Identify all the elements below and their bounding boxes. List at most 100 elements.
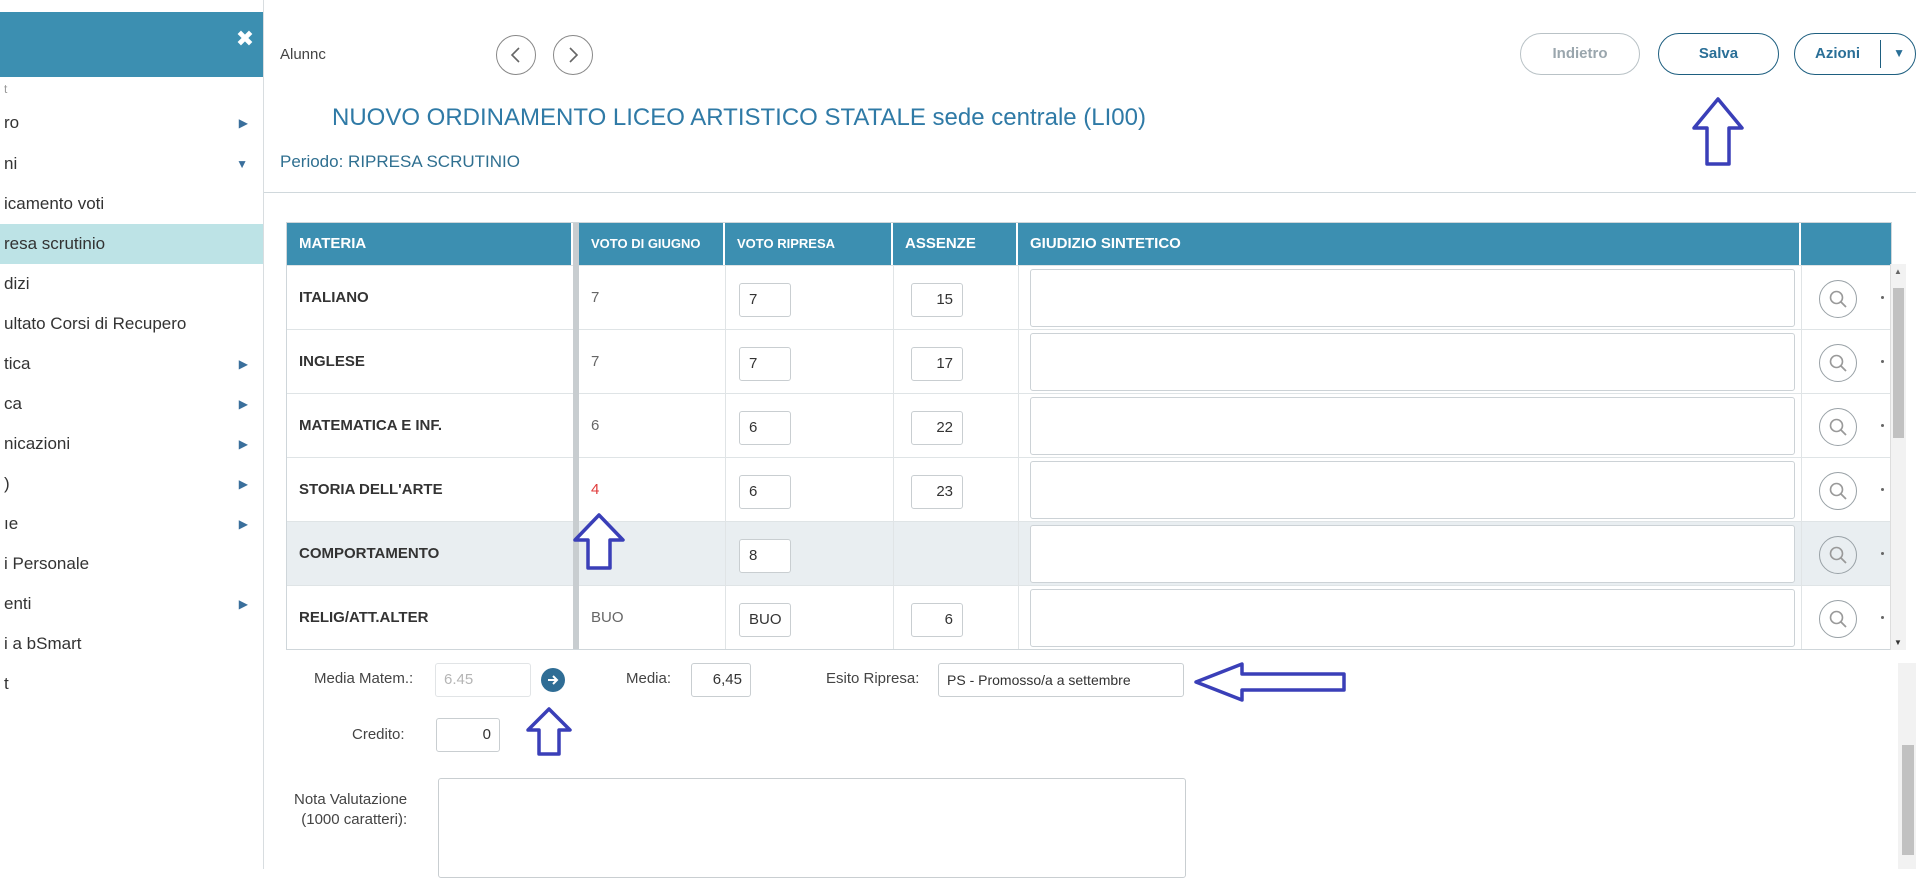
subject-cell: RELIG/ATT.ALTER <box>299 609 429 626</box>
chevron-down-icon[interactable]: ▼ <box>1893 34 1905 73</box>
ripresa-grade-input[interactable]: 7 <box>739 283 791 317</box>
search-icon <box>1829 610 1847 628</box>
ripresa-grade-input[interactable]: 7 <box>739 347 791 381</box>
absences-input[interactable]: 17 <box>911 347 963 381</box>
row-menu-dot[interactable] <box>1881 296 1884 299</box>
sidebar-item-label: ro <box>4 113 20 132</box>
copy-average-button[interactable] <box>541 668 565 692</box>
sidebar-item[interactable]: ) ▶ <box>0 464 263 504</box>
subject-cell: STORIA DELL'ARTE <box>299 481 443 498</box>
page-title: NUOVO ORDINAMENTO LICEO ARTISTICO STATAL… <box>332 104 1146 131</box>
caret-right-icon: ▶ <box>238 357 248 371</box>
sidebar-item[interactable]: tica ▶ <box>0 344 263 384</box>
sidebar-item[interactable]: nicazioni ▶ <box>0 424 263 464</box>
sidebar-item[interactable]: i Personale <box>0 544 263 584</box>
search-button[interactable] <box>1819 600 1857 638</box>
row-menu-dot[interactable] <box>1881 360 1884 363</box>
next-student-button[interactable] <box>553 35 593 75</box>
search-button[interactable] <box>1819 280 1857 318</box>
media-field[interactable]: 6,45 <box>691 663 751 697</box>
save-button[interactable]: Salva <box>1658 33 1779 75</box>
search-button[interactable] <box>1819 536 1857 574</box>
column-divider <box>725 265 726 649</box>
sidebar-item[interactable]: resa scrutinio <box>0 224 263 264</box>
sidebar-item[interactable]: ro ▶ <box>0 103 263 143</box>
arrow-right-icon <box>548 675 559 685</box>
sidebar-item-label: ni <box>4 154 18 173</box>
credito-field[interactable]: 0 <box>436 718 500 752</box>
subject-cell: COMPORTAMENTO <box>299 545 440 562</box>
absences-input[interactable]: 15 <box>911 283 963 317</box>
giudizio-input[interactable] <box>1030 589 1795 647</box>
sidebar-item[interactable]: ultato Corsi di Recupero <box>0 304 263 344</box>
previous-student-button[interactable] <box>496 35 536 75</box>
ripresa-grade-input[interactable]: BUO <box>739 603 791 637</box>
back-button[interactable]: Indietro <box>1520 33 1640 75</box>
search-icon <box>1829 354 1847 372</box>
credito-label: Credito: <box>352 726 405 743</box>
table-header: MATERIA VOTO DI GIUGNO VOTO RIPRESA ASSE… <box>287 223 1891 265</box>
absences-input[interactable]: 22 <box>911 411 963 445</box>
row-menu-dot[interactable] <box>1881 488 1884 491</box>
absences-input[interactable]: 23 <box>911 475 963 509</box>
sidebar-item-label: t <box>4 674 9 693</box>
search-button[interactable] <box>1819 344 1857 382</box>
scroll-down-icon[interactable]: ▼ <box>1894 638 1902 647</box>
sidebar-item[interactable]: i a bSmart <box>0 624 263 664</box>
caret-right-icon: ▶ <box>238 517 248 531</box>
caret-right-icon: ▶ <box>238 397 248 411</box>
giudizio-input[interactable] <box>1030 397 1795 455</box>
header-divider <box>264 192 1916 193</box>
ripresa-grade-input[interactable]: 8 <box>739 539 791 573</box>
subject-cell: INGLESE <box>299 353 365 370</box>
esito-label: Esito Ripresa: <box>826 670 920 687</box>
esito-select[interactable]: PS - Promosso/a a settembre <box>938 663 1184 697</box>
giudizio-input[interactable] <box>1030 461 1795 519</box>
sidebar-item-label: ultato Corsi di Recupero <box>4 314 187 333</box>
close-icon[interactable]: ✖ <box>232 26 258 52</box>
nota-label-line1: Nota Valutazione <box>294 791 408 808</box>
table-row: ITALIANO 7 7 15 <box>287 265 1891 329</box>
search-button[interactable] <box>1819 472 1857 510</box>
table-row: MATEMATICA E INF. 6 6 22 <box>287 393 1891 457</box>
sidebar-item[interactable]: icamento voti <box>0 184 263 224</box>
sidebar-item[interactable]: ıe ▶ <box>0 504 263 544</box>
june-grade-cell: 7 <box>591 353 600 370</box>
chevron-right-icon <box>569 47 579 63</box>
row-menu-dot[interactable] <box>1881 616 1884 619</box>
giudizio-input[interactable] <box>1030 525 1795 583</box>
giudizio-input[interactable] <box>1030 269 1795 327</box>
table-row: INGLESE 7 7 17 <box>287 329 1891 393</box>
table-row: RELIG/ATT.ALTER BUO BUO 6 <box>287 585 1891 649</box>
column-resize-handle[interactable] <box>573 223 579 649</box>
caret-down-icon: ▼ <box>236 157 248 171</box>
page-scrollbar[interactable] <box>1898 663 1916 869</box>
sidebar-item[interactable]: t <box>0 664 263 704</box>
table-scrollbar-thumb[interactable] <box>1893 288 1904 438</box>
table-scrollbar[interactable]: ▲ ▼ <box>1890 264 1906 650</box>
column-header-materia: MATERIA <box>287 223 573 265</box>
scroll-up-icon[interactable]: ▲ <box>1894 267 1902 276</box>
caret-right-icon: ▶ <box>238 116 248 130</box>
search-button[interactable] <box>1819 408 1857 446</box>
absences-input[interactable]: 6 <box>911 603 963 637</box>
page-scrollbar-thumb[interactable] <box>1902 745 1914 855</box>
row-menu-dot[interactable] <box>1881 552 1884 555</box>
row-menu-dot[interactable] <box>1881 424 1884 427</box>
sidebar-item-label: ıe <box>4 514 19 533</box>
sidebar-item[interactable]: ni ▼ <box>0 144 263 184</box>
actions-button[interactable]: Azioni ▼ <box>1794 33 1916 75</box>
ripresa-grade-input[interactable]: 6 <box>739 475 791 509</box>
sidebar-item-label: i Personale <box>4 554 90 573</box>
sidebar-item[interactable]: enti ▶ <box>0 584 263 624</box>
sidebar-item[interactable]: dizi <box>0 264 263 304</box>
callout-arrow-up-icon <box>1692 97 1744 166</box>
sidebar-item-label: resa scrutinio <box>4 234 106 253</box>
nota-valutazione-textarea[interactable] <box>438 778 1186 878</box>
column-header-voto-giugno: VOTO DI GIUGNO <box>579 223 725 265</box>
sidebar-item-label: nicazioni <box>4 434 71 453</box>
media-matem-label: Media Matem.: <box>314 670 414 687</box>
giudizio-input[interactable] <box>1030 333 1795 391</box>
ripresa-grade-input[interactable]: 6 <box>739 411 791 445</box>
sidebar-item[interactable]: ca ▶ <box>0 384 263 424</box>
